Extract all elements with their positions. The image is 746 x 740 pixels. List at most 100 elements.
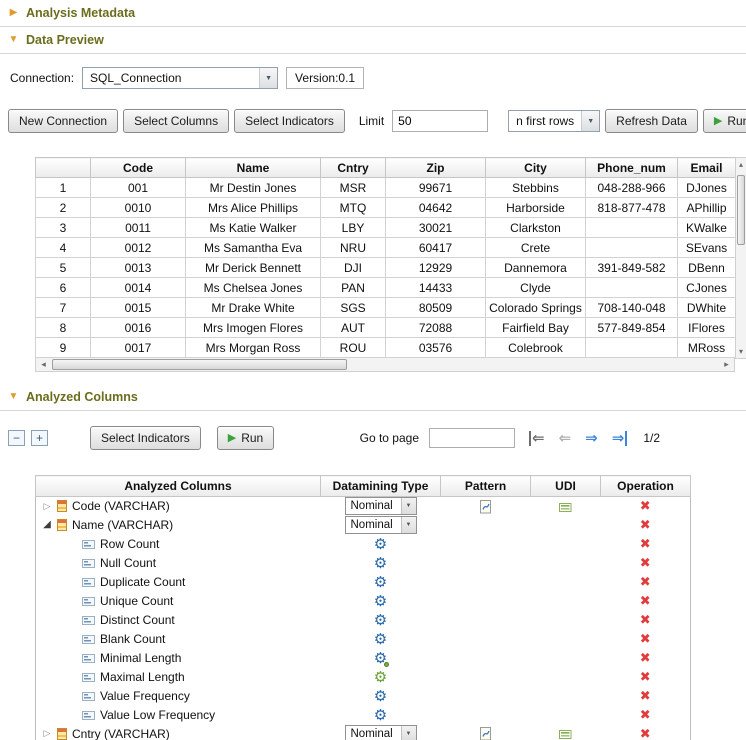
refresh-data-button[interactable]: Refresh Data xyxy=(605,109,698,133)
cell-code: 0015 xyxy=(91,298,186,318)
delete-icon[interactable]: ✖ xyxy=(640,612,651,627)
add-udi-icon[interactable] xyxy=(559,502,572,513)
indicator-options-gear-icon[interactable]: ⚙ xyxy=(374,707,387,724)
indicator-row[interactable]: Null Count ⚙ ✖ xyxy=(36,554,691,573)
table-row[interactable]: 1 001 Mr Destin Jones MSR 99671 Stebbins… xyxy=(36,178,736,198)
new-connection-button[interactable]: New Connection xyxy=(8,109,118,133)
select-indicators-button[interactable]: Select Indicators xyxy=(90,426,201,450)
scrollbar-thumb[interactable] xyxy=(737,175,745,245)
cell-cntry: LBY xyxy=(321,218,386,238)
indicator-options-gear-icon[interactable]: ⚙ xyxy=(374,536,387,553)
scroll-right-icon[interactable]: ▸ xyxy=(719,359,734,370)
indicator-row[interactable]: Value Frequency ⚙ ✖ xyxy=(36,687,691,706)
datamining-type-select[interactable]: Nominal ▼ xyxy=(345,516,417,534)
data-preview-toolbar: New Connection Select Columns Select Ind… xyxy=(8,109,746,133)
chevron-down-icon[interactable]: ▼ xyxy=(259,68,277,88)
section-analysis-metadata[interactable]: ▶ Analysis Metadata xyxy=(0,0,746,26)
section-divider xyxy=(0,410,746,411)
indicator-options-gear-icon[interactable]: ⚙ xyxy=(374,631,387,648)
delete-icon[interactable]: ✖ xyxy=(640,669,651,684)
goto-page-input[interactable] xyxy=(429,428,515,448)
collapse-all-button[interactable]: − xyxy=(8,430,25,446)
indicator-options-gear-icon[interactable]: ⚙ xyxy=(374,574,387,591)
indicator-options-gear-icon[interactable]: ⚙ xyxy=(374,688,387,705)
delete-icon[interactable]: ✖ xyxy=(640,726,651,740)
delete-icon[interactable]: ✖ xyxy=(640,707,651,722)
table-row[interactable]: 7 0015 Mr Drake White SGS 80509 Colorado… xyxy=(36,298,736,318)
datamining-type-select[interactable]: Nominal ▼ xyxy=(345,725,417,740)
indicator-row[interactable]: Maximal Length ⚙ ✖ xyxy=(36,668,691,687)
chevron-down-icon[interactable]: ▼ xyxy=(401,517,416,533)
chevron-down-icon[interactable]: ▼ xyxy=(401,498,416,514)
last-page-icon[interactable]: ⇒ xyxy=(612,431,628,446)
table-row[interactable]: 8 0016 Mrs Imogen Flores AUT 72088 Fairf… xyxy=(36,318,736,338)
expand-icon[interactable]: ▷ xyxy=(42,729,52,738)
analyzed-column-row[interactable]: ◢ Name (VARCHAR) Nominal ▼ ✖ xyxy=(36,516,691,535)
add-pattern-icon[interactable] xyxy=(479,727,493,740)
delete-icon[interactable]: ✖ xyxy=(640,536,651,551)
table-row[interactable]: 6 0014 Ms Chelsea Jones PAN 14433 Clyde … xyxy=(36,278,736,298)
goto-page-label: Go to page xyxy=(360,431,419,445)
header-analyzed-columns: Analyzed Columns xyxy=(36,476,321,497)
twistie-expanded-icon[interactable]: ▼ xyxy=(8,35,19,45)
expand-all-button[interactable]: + xyxy=(31,430,48,446)
table-row[interactable]: 9 0017 Mrs Morgan Ross ROU 03576 Colebro… xyxy=(36,338,736,358)
delete-icon[interactable]: ✖ xyxy=(640,555,651,570)
rows-mode-select[interactable]: n first rows ▼ xyxy=(508,110,600,132)
vertical-scrollbar[interactable]: ▴ ▾ xyxy=(735,157,746,359)
indicator-options-gear-icon[interactable]: ⚙ xyxy=(374,555,387,572)
add-udi-icon[interactable] xyxy=(559,729,572,740)
indicator-row[interactable]: Duplicate Count ⚙ ✖ xyxy=(36,573,691,592)
table-row[interactable]: 2 0010 Mrs Alice Phillips MTQ 04642 Harb… xyxy=(36,198,736,218)
indicator-row[interactable]: Minimal Length ⚙ ✖ xyxy=(36,649,691,668)
horizontal-scrollbar[interactable]: ◂ ▸ xyxy=(35,358,735,372)
select-indicators-button[interactable]: Select Indicators xyxy=(234,109,345,133)
indicator-row[interactable]: Value Low Frequency ⚙ ✖ xyxy=(36,706,691,725)
run-button[interactable]: ▶ Run xyxy=(703,109,746,133)
datamining-type-value: Nominal xyxy=(346,498,401,514)
scrollbar-thumb[interactable] xyxy=(52,359,347,370)
chevron-down-icon[interactable]: ▼ xyxy=(581,111,599,131)
section-analyzed-columns[interactable]: ▼ Analyzed Columns xyxy=(0,384,746,410)
indicator-options-gear-icon[interactable]: ⚙ xyxy=(374,612,387,629)
indicator-options-gear-icon[interactable]: ⚙ xyxy=(374,669,387,686)
first-page-icon[interactable]: ⇐ xyxy=(529,431,545,446)
chevron-down-icon[interactable]: ▼ xyxy=(401,726,416,740)
section-data-preview[interactable]: ▼ Data Preview xyxy=(0,27,746,53)
cell-email: APhillip xyxy=(678,198,736,218)
add-pattern-icon[interactable] xyxy=(479,500,493,514)
delete-icon[interactable]: ✖ xyxy=(640,631,651,646)
indicator-row[interactable]: Row Count ⚙ ✖ xyxy=(36,535,691,554)
collapse-icon[interactable]: ◢ xyxy=(42,520,52,530)
previous-page-icon[interactable]: ⇐ xyxy=(559,431,572,446)
run-button[interactable]: ▶ Run xyxy=(217,426,274,450)
indicator-row[interactable]: Distinct Count ⚙ ✖ xyxy=(36,611,691,630)
table-row[interactable]: 3 0011 Ms Katie Walker LBY 30021 Clarkst… xyxy=(36,218,736,238)
scroll-left-icon[interactable]: ◂ xyxy=(36,359,51,370)
delete-icon[interactable]: ✖ xyxy=(640,574,651,589)
limit-input[interactable] xyxy=(392,110,488,132)
expand-icon[interactable]: ▷ xyxy=(42,502,52,511)
delete-icon[interactable]: ✖ xyxy=(640,650,651,665)
analyzed-column-row[interactable]: ▷ Code (VARCHAR) Nominal ▼ ✖ xyxy=(36,497,691,516)
delete-icon[interactable]: ✖ xyxy=(640,498,651,513)
table-row[interactable]: 4 0012 Ms Samantha Eva NRU 60417 Crete S… xyxy=(36,238,736,258)
select-columns-button[interactable]: Select Columns xyxy=(123,109,229,133)
indicator-row[interactable]: Unique Count ⚙ ✖ xyxy=(36,592,691,611)
twistie-expanded-icon[interactable]: ▼ xyxy=(8,392,19,402)
indicator-options-gear-icon[interactable]: ⚙ xyxy=(374,593,387,610)
connection-select[interactable]: SQL_Connection ▼ xyxy=(82,67,278,89)
column-label: Cntry (VARCHAR) xyxy=(72,727,170,740)
analyzed-column-row[interactable]: ▷ Cntry (VARCHAR) Nominal ▼ ✖ xyxy=(36,725,691,740)
delete-icon[interactable]: ✖ xyxy=(640,688,651,703)
twistie-collapsed-icon[interactable]: ▶ xyxy=(8,8,19,18)
cell-city: Clyde xyxy=(486,278,586,298)
delete-icon[interactable]: ✖ xyxy=(640,517,651,532)
delete-icon[interactable]: ✖ xyxy=(640,593,651,608)
scroll-up-icon[interactable]: ▴ xyxy=(739,158,743,171)
datamining-type-select[interactable]: Nominal ▼ xyxy=(345,497,417,515)
scroll-down-icon[interactable]: ▾ xyxy=(739,345,743,358)
indicator-row[interactable]: Blank Count ⚙ ✖ xyxy=(36,630,691,649)
table-row[interactable]: 5 0013 Mr Derick Bennett DJI 12929 Danne… xyxy=(36,258,736,278)
next-page-icon[interactable]: ⇒ xyxy=(585,431,598,446)
